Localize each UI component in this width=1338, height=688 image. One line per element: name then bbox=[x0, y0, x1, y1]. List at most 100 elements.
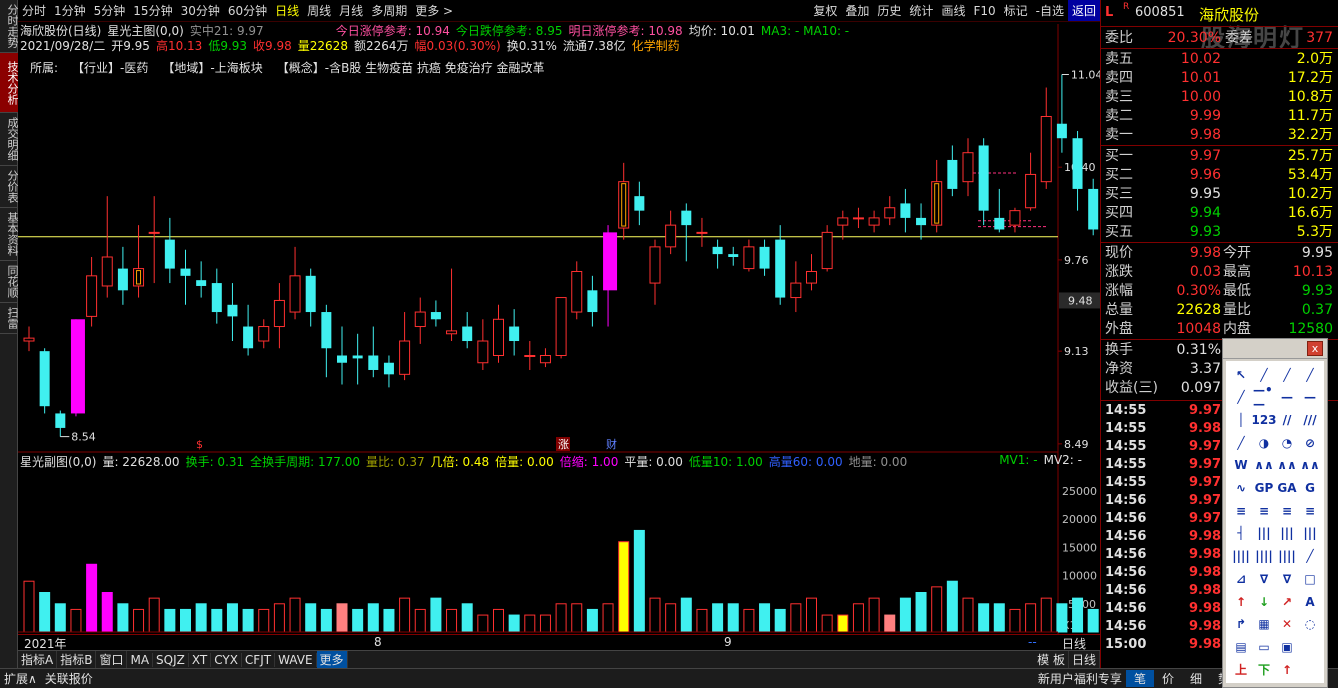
draw-tool-10-icon[interactable]: // bbox=[1276, 410, 1298, 429]
toolbar-action-8[interactable]: 返回 bbox=[1067, 0, 1100, 21]
toolbar-action-4[interactable]: 画线 bbox=[937, 0, 969, 21]
event-marker-0[interactable]: $ bbox=[196, 438, 203, 451]
draw-tool-51-icon[interactable] bbox=[1299, 638, 1321, 657]
period-tab-4[interactable]: 30分钟 bbox=[177, 0, 224, 21]
draw-tool-13-icon[interactable]: ◑ bbox=[1253, 433, 1275, 452]
draw-tool-15-icon[interactable]: ⊘ bbox=[1299, 433, 1321, 452]
period-tab-9[interactable]: 多周期 bbox=[367, 0, 411, 21]
draw-tool-55-icon[interactable] bbox=[1299, 660, 1321, 679]
close-icon[interactable]: x bbox=[1307, 341, 1323, 356]
period-tab-3[interactable]: 15分钟 bbox=[129, 0, 176, 21]
draw-tool-35-icon[interactable]: ╱ bbox=[1299, 547, 1321, 566]
draw-tool-1-icon[interactable]: ╱ bbox=[1253, 365, 1275, 384]
draw-tool-25-icon[interactable]: ≡ bbox=[1253, 501, 1275, 520]
toolbar-action-7[interactable]: -自选 bbox=[1032, 0, 1068, 21]
indicator-tab-0[interactable]: 指标A bbox=[18, 651, 58, 668]
indicator-tab-2[interactable]: 窗口 bbox=[96, 651, 128, 668]
draw-tool-26-icon[interactable]: ≡ bbox=[1276, 501, 1298, 520]
indicator-tab-3[interactable]: MA bbox=[127, 652, 154, 667]
period-tab-8[interactable]: 月线 bbox=[335, 0, 367, 21]
draw-tool-24-icon[interactable]: ≡ bbox=[1230, 501, 1252, 520]
indicator-tab-9[interactable]: 更多 bbox=[316, 651, 348, 668]
indicator-tab-5[interactable]: XT bbox=[189, 652, 212, 667]
draw-tool-21-icon[interactable]: GP bbox=[1253, 479, 1275, 498]
left-tab-5[interactable]: 同花顺 bbox=[0, 261, 19, 303]
toolbar-action-6[interactable]: 标记 bbox=[1000, 0, 1032, 21]
sub-indicator-name[interactable]: 星光副图(0,0) bbox=[20, 453, 96, 469]
toolbar-action-0[interactable]: 复权 bbox=[809, 0, 841, 21]
indicator-tab-8[interactable]: WAVE bbox=[275, 652, 317, 667]
bottom-right-0[interactable]: 模 板 bbox=[1034, 651, 1069, 668]
draw-tool-20-icon[interactable]: ∿ bbox=[1230, 479, 1252, 498]
draw-tool-27-icon[interactable]: ≡ bbox=[1299, 501, 1321, 520]
draw-tool-31-icon[interactable]: ||| bbox=[1299, 524, 1321, 543]
left-tab-0[interactable]: 分时走势 bbox=[0, 0, 19, 53]
draw-tool-0-icon[interactable]: ↖ bbox=[1230, 365, 1252, 384]
draw-tool-28-icon[interactable]: ┤ bbox=[1230, 524, 1252, 543]
left-tab-2[interactable]: 成交明细 bbox=[0, 113, 19, 166]
draw-tool-7-icon[interactable]: — bbox=[1299, 388, 1321, 407]
draw-tool-34-icon[interactable]: |||| bbox=[1276, 547, 1298, 566]
draw-tool-44-icon[interactable]: ↱ bbox=[1230, 615, 1252, 634]
palette-titlebar[interactable]: x bbox=[1223, 339, 1327, 359]
draw-tool-17-icon[interactable]: ∧∧ bbox=[1253, 456, 1275, 475]
left-tab-6[interactable]: 扫雷 bbox=[0, 303, 19, 334]
draw-tool-9-icon[interactable]: 123 bbox=[1251, 410, 1276, 429]
period-tab-10[interactable]: 更多 > bbox=[411, 0, 457, 21]
indicator-tab-1[interactable]: 指标B bbox=[57, 651, 97, 668]
period-tab-6[interactable]: 日线 bbox=[271, 0, 303, 21]
draw-tool-43-icon[interactable]: A bbox=[1299, 592, 1321, 611]
event-marker-2[interactable]: 财 bbox=[606, 437, 617, 451]
left-tab-3[interactable]: 分价表 bbox=[0, 166, 19, 208]
draw-tool-29-icon[interactable]: ||| bbox=[1253, 524, 1275, 543]
draw-tool-54-icon[interactable]: ↑ bbox=[1276, 660, 1298, 679]
toolbar-action-2[interactable]: 历史 bbox=[873, 0, 905, 21]
draw-tool-42-icon[interactable]: ↗ bbox=[1276, 592, 1298, 611]
indicator-tab-4[interactable]: SQJZ bbox=[153, 652, 189, 667]
draw-tool-53-icon[interactable]: 下 bbox=[1253, 660, 1275, 679]
draw-tool-38-icon[interactable]: ∇ bbox=[1276, 569, 1298, 588]
draw-tool-52-icon[interactable]: 上 bbox=[1230, 660, 1252, 679]
bottom-right-1[interactable]: 日线 bbox=[1069, 651, 1100, 668]
draw-tool-14-icon[interactable]: ◔ bbox=[1276, 433, 1298, 452]
draw-tool-48-icon[interactable]: ▤ bbox=[1230, 638, 1252, 657]
draw-tool-47-icon[interactable]: ◌ bbox=[1299, 615, 1321, 634]
status-right-0[interactable]: 新用户福利专享 bbox=[1034, 670, 1126, 687]
draw-tool-12-icon[interactable]: ╱ bbox=[1230, 433, 1252, 452]
draw-tool-33-icon[interactable]: |||| bbox=[1253, 547, 1275, 566]
left-tab-1[interactable]: 技术分析 bbox=[0, 53, 19, 113]
draw-tool-49-icon[interactable]: ▭ bbox=[1253, 638, 1275, 657]
draw-tool-4-icon[interactable]: ╱ bbox=[1230, 388, 1252, 407]
status-right-1[interactable]: 笔 bbox=[1125, 670, 1154, 687]
draw-tool-5-icon[interactable]: —•— bbox=[1253, 383, 1275, 411]
draw-tool-46-icon[interactable]: ✕ bbox=[1276, 615, 1298, 634]
draw-tool-2-icon[interactable]: ╱ bbox=[1276, 365, 1298, 384]
left-tab-4[interactable]: 基本资料 bbox=[0, 208, 19, 261]
toolbar-action-5[interactable]: F10 bbox=[969, 0, 999, 21]
draw-tool-45-icon[interactable]: ▦ bbox=[1253, 615, 1275, 634]
draw-tool-39-icon[interactable]: □ bbox=[1299, 569, 1321, 588]
indicator-tab-7[interactable]: CFJT bbox=[242, 652, 276, 667]
period-tab-1[interactable]: 1分钟 bbox=[50, 0, 90, 21]
draw-tool-6-icon[interactable]: — bbox=[1276, 388, 1298, 407]
status-left-1[interactable]: 关联报价 bbox=[41, 670, 97, 687]
draw-tool-18-icon[interactable]: ∧∧ bbox=[1276, 456, 1298, 475]
draw-tool-40-icon[interactable]: ↑ bbox=[1230, 592, 1252, 611]
period-tab-7[interactable]: 周线 bbox=[303, 0, 335, 21]
status-right-3[interactable]: 细 bbox=[1182, 670, 1210, 687]
draw-tool-11-icon[interactable]: /// bbox=[1299, 410, 1321, 429]
period-tab-2[interactable]: 5分钟 bbox=[90, 0, 130, 21]
draw-tool-36-icon[interactable]: ⊿ bbox=[1230, 569, 1252, 588]
period-tab-0[interactable]: 分时 bbox=[18, 0, 50, 21]
draw-tool-41-icon[interactable]: ↓ bbox=[1253, 592, 1275, 611]
draw-tool-3-icon[interactable]: ╱ bbox=[1299, 365, 1321, 384]
period-tab-5[interactable]: 60分钟 bbox=[224, 0, 271, 21]
draw-tool-23-icon[interactable]: G bbox=[1299, 479, 1321, 498]
status-right-2[interactable]: 价 bbox=[1154, 670, 1182, 687]
draw-tool-16-icon[interactable]: W bbox=[1230, 456, 1252, 475]
draw-tool-37-icon[interactable]: ∇ bbox=[1253, 569, 1275, 588]
draw-tool-8-icon[interactable]: │ bbox=[1230, 410, 1252, 429]
event-marker-1[interactable]: 涨 bbox=[558, 438, 569, 451]
status-left-0[interactable]: 扩展∧ bbox=[0, 670, 41, 687]
kline-chart[interactable]: 10.409.769.489.138.4911.048.54$涨财2500020… bbox=[18, 24, 1100, 634]
